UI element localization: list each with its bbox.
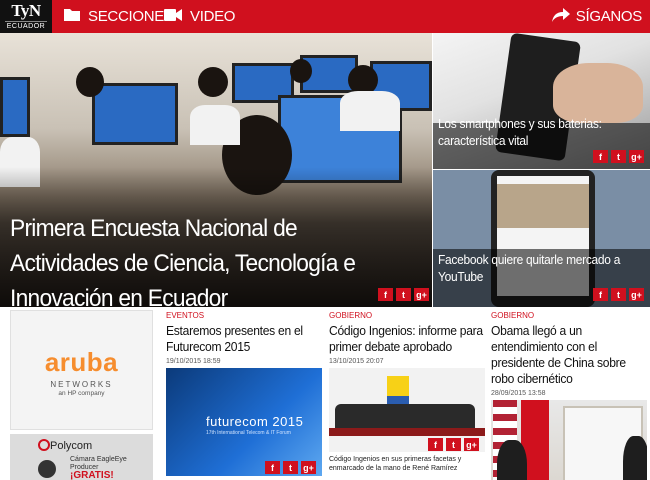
video-label: VIDEO <box>190 8 236 25</box>
side-story-title[interactable]: Los smartphones y sus baterias: caracter… <box>438 115 645 149</box>
twitter-share-icon[interactable]: t <box>396 288 411 301</box>
gplus-share-icon[interactable]: g+ <box>301 461 316 474</box>
facebook-share-icon[interactable]: f <box>378 288 393 301</box>
aruba-logo: aruba <box>44 347 119 377</box>
facebook-share-icon[interactable]: f <box>593 150 608 163</box>
ads-column: aruba NETWORKS an HP company Polycom Cám… <box>10 310 153 480</box>
polycom-logo: Polycom <box>50 440 93 452</box>
article-category[interactable]: EVENTOS <box>166 311 322 321</box>
article-date: 28/09/2015 13:58 <box>491 390 546 397</box>
article-date: 19/10/2015 18:59 <box>166 358 221 365</box>
twitter-share-icon[interactable]: t <box>446 438 461 451</box>
hero-share-buttons: f t g+ <box>378 288 429 301</box>
logo-country: ECUADOR <box>5 21 47 30</box>
facebook-share-icon[interactable]: f <box>428 438 443 451</box>
article-excerpt: Código Ingenios en sus primeras facetas … <box>329 456 462 472</box>
gplus-share-icon[interactable]: g+ <box>464 438 479 451</box>
side-share-buttons: f t g+ <box>593 150 644 163</box>
hero-story[interactable]: Primera Encuesta Nacional de Actividades… <box>0 33 432 307</box>
camera-icon <box>38 460 56 478</box>
article-category[interactable]: GOBIERNO <box>491 311 647 321</box>
person-left <box>497 440 527 480</box>
twitter-share-icon[interactable]: t <box>611 150 626 163</box>
hero-headline[interactable]: Primera Encuesta Nacional de Actividades… <box>10 211 391 307</box>
aruba-ad[interactable]: aruba NETWORKS an HP company <box>10 310 153 430</box>
video-menu-button[interactable]: VIDEO <box>164 0 235 33</box>
article-card[interactable]: GOBIERNO Código Ingenios: informe para p… <box>329 311 485 473</box>
article-card[interactable]: EVENTOS Estaremos presentes en el Future… <box>166 311 322 476</box>
person-right <box>623 436 647 480</box>
folder-icon <box>64 8 80 25</box>
logo-mark: TyN <box>11 1 41 20</box>
facebook-share-icon[interactable]: f <box>265 461 280 474</box>
side-story-facebook[interactable]: Facebook quiere quitarle mercado a YouTu… <box>433 170 650 307</box>
side-share-buttons: f t g+ <box>593 288 644 301</box>
article-thumbnail[interactable]: futurecom 2015 17th International Teleco… <box>166 368 322 476</box>
aruba-tagline: NETWORKS <box>50 380 113 389</box>
gplus-share-icon[interactable]: g+ <box>629 150 644 163</box>
article-title[interactable]: Estaremos presentes en el Futurecom 2015 <box>166 323 322 355</box>
people-group <box>335 404 475 430</box>
article-title[interactable]: Obama llegó a un entendimiento con el pr… <box>491 323 647 387</box>
hand-shape <box>553 63 643 123</box>
facebook-share-icon[interactable]: f <box>593 288 608 301</box>
gplus-share-icon[interactable]: g+ <box>629 288 644 301</box>
side-story-smartphones[interactable]: Los smartphones y sus baterias: caracter… <box>433 33 650 169</box>
top-navigation-bar: TyN ECUADOR SECCIONES VIDEO SÍGANOS <box>0 0 650 33</box>
polycom-product: Cámara EagleEye <box>70 456 127 463</box>
aruba-subtagline: an HP company <box>58 390 105 397</box>
share-arrow-icon <box>551 7 570 26</box>
futurecom-logo-text: futurecom 2015 <box>206 414 304 429</box>
sections-label: SECCIONES <box>88 8 174 25</box>
polycom-logo-icon <box>38 439 50 451</box>
article-share-buttons: f t g+ <box>428 438 479 451</box>
site-logo[interactable]: TyN ECUADOR <box>0 0 52 33</box>
follow-label: SÍGANOS <box>575 8 643 25</box>
twitter-share-icon[interactable]: t <box>611 288 626 301</box>
futurecom-subtext: 17th International Telecom & IT Forum <box>206 430 291 436</box>
article-title[interactable]: Código Ingenios: informe para primer deb… <box>329 323 485 355</box>
article-thumbnail[interactable]: f t g+ <box>329 368 485 452</box>
side-story-title[interactable]: Facebook quiere quitarle mercado a YouTu… <box>438 251 645 285</box>
table-bar <box>329 428 485 436</box>
article-thumbnail[interactable] <box>491 400 647 480</box>
gplus-share-icon[interactable]: g+ <box>414 288 429 301</box>
polycom-ad[interactable]: Polycom Cámara EagleEye Producer ¡GRATIS… <box>10 434 153 480</box>
article-card[interactable]: GOBIERNO Obama llegó a un entendimiento … <box>491 311 647 480</box>
video-camera-icon <box>164 8 182 25</box>
polycom-promo: ¡GRATIS! <box>70 470 114 480</box>
article-share-buttons: f t g+ <box>265 461 316 474</box>
follow-us-button[interactable]: SÍGANOS <box>551 0 643 33</box>
phone-video <box>497 184 589 228</box>
article-category[interactable]: GOBIERNO <box>329 311 485 321</box>
twitter-share-icon[interactable]: t <box>283 461 298 474</box>
sections-menu-button[interactable]: SECCIONES <box>64 0 174 33</box>
article-date: 13/10/2015 20:07 <box>329 358 384 365</box>
